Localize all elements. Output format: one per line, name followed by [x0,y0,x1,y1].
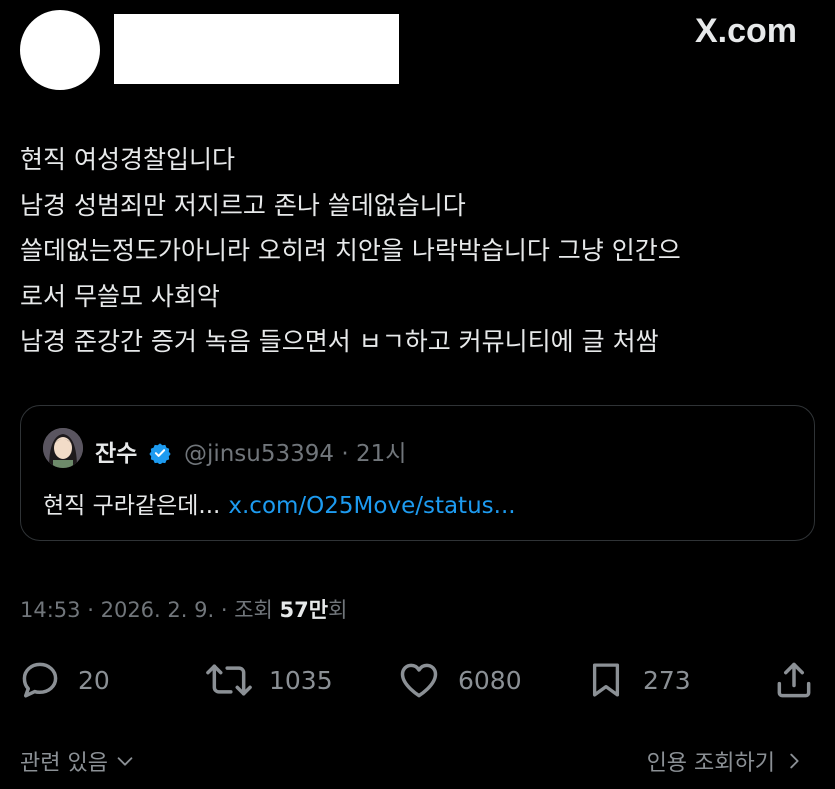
tweet-date[interactable]: 2026. 2. 9. [101,598,215,622]
tweet-time[interactable]: 14:53 [20,598,81,622]
repost-button[interactable]: 1035 [205,650,333,710]
repost-icon [206,664,252,696]
tweet-meta: 14:53 · 2026. 2. 9. · 조회 57만회 [20,594,347,624]
reply-count: 20 [78,665,110,695]
repost-count: 1035 [269,665,333,695]
view-quotes-label: 인용 조회하기 [646,751,775,776]
chevron-down-icon [117,757,133,766]
bookmark-icon [592,663,620,697]
quoted-tweet-link[interactable]: x.com/O25Move/status... [228,493,515,519]
separator-dot: · [87,598,94,622]
views-label: 조회 [234,598,273,622]
action-bar: 20 1035 6080 273 [0,650,835,710]
separator-dot: · [220,598,228,622]
chevron-right-icon [790,753,799,769]
view-quotes-link[interactable]: 인용 조회하기 [647,745,805,777]
share-button[interactable] [772,650,816,710]
verified-badge-icon [149,442,171,470]
heart-icon [400,663,438,698]
separator-dot: · [341,441,349,467]
quoted-tweet-time[interactable]: 21시 [356,441,406,467]
tweet-text-line: 남경 성범죄만 저지르고 존나 쓸데없습니다 [20,190,466,220]
views-suffix: 회 [328,598,348,622]
like-button[interactable]: 6080 [396,650,522,710]
quoted-tweet-header: 잔수 @jinsu53394 · 21시 [95,434,406,470]
tweet-header: X.com [0,0,835,110]
tweet-text-line: 로서 무쓸모 사회악 [20,281,220,311]
bookmark-button[interactable]: 273 [585,650,691,710]
quoted-author-handle[interactable]: @jinsu53394 [184,441,334,467]
quoted-tweet-card[interactable]: 잔수 @jinsu53394 · 21시 현직 구라같은데... x.com/O2… [20,405,815,541]
author-name-redacted [114,14,399,84]
quoted-author-name[interactable]: 잔수 [95,441,137,467]
views-count: 57만 [279,598,329,622]
quoted-author-avatar[interactable] [43,428,83,468]
tweet-text-line: 쓸데없는정도가아니라 오히려 치안을 나락박습니다 그냥 인간으 [20,236,681,265]
tweet-footer: 관련 있음 인용 조회하기 [0,735,835,785]
like-count: 6080 [458,665,522,695]
avatar-illustration-icon [43,428,83,468]
tweet-text-line: 현직 여성경찰입니다 [20,145,235,174]
reply-icon [22,662,58,698]
reply-button[interactable]: 20 [18,650,110,710]
quoted-tweet-text: 현직 구라같은데... x.com/O25Move/status... [43,486,516,520]
author-avatar[interactable] [20,10,100,90]
related-toggle[interactable]: 관련 있음 [20,745,136,777]
tweet-text-line: 남경 준강간 증거 녹음 들으면서 ㅂㄱ하고 커뮤니티에 글 처쌈 [20,327,659,356]
bookmark-count: 273 [643,665,691,695]
brand-watermark: X.com [694,12,797,50]
related-label: 관련 있음 [20,751,108,776]
quoted-tweet-body: 현직 구라같은데... [43,493,221,519]
tweet-text: 현직 여성경찰입니다 남경 성범죄만 저지르고 존나 쓸데없습니다 쓸데없는정도… [20,137,820,365]
share-icon [777,662,811,698]
